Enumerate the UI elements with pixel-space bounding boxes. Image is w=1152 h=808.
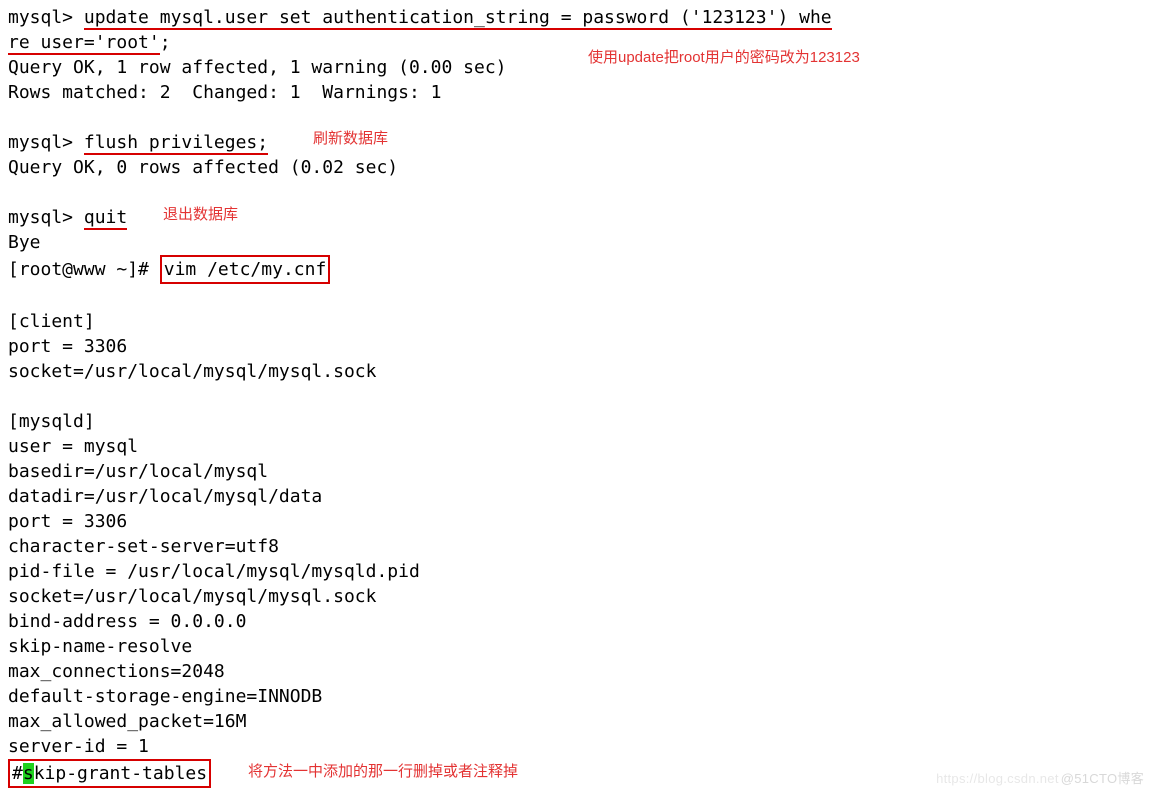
- config-line: max_connections=2048: [8, 659, 1144, 684]
- config-line: [client]: [8, 309, 1144, 334]
- blank-line: [8, 384, 1144, 409]
- terminal-line: re user='root';使用update把root用户的密码改为12312…: [8, 30, 1144, 55]
- cursor: s: [23, 763, 34, 784]
- config-line: socket=/usr/local/mysql/mysql.sock: [8, 359, 1144, 384]
- cmd-flush: flush privileges;: [84, 132, 268, 155]
- cmd-vim: vim /etc/my.cnf: [160, 255, 331, 284]
- mysql-prompt: mysql>: [8, 207, 73, 228]
- terminal-output: Query OK, 0 rows affected (0.02 sec): [8, 155, 1144, 180]
- terminal-output: Bye: [8, 230, 1144, 255]
- annotation-skip: 将方法一中添加的那一行删掉或者注释掉: [248, 759, 518, 784]
- config-line: datadir=/usr/local/mysql/data: [8, 484, 1144, 509]
- config-line: pid-file = /usr/local/mysql/mysqld.pid: [8, 559, 1144, 584]
- terminal-line: mysql> flush privileges;刷新数据库: [8, 130, 1144, 155]
- cmd-update-part2a: re user='root': [8, 32, 160, 55]
- config-line: max_allowed_packet=16M: [8, 709, 1144, 734]
- config-line: user = mysql: [8, 434, 1144, 459]
- config-line: port = 3306: [8, 509, 1144, 534]
- cmd-update-part1: update mysql.user set authentication_str…: [84, 7, 832, 30]
- terminal-line: [root@www ~]# vim /etc/my.cnf: [8, 255, 1144, 284]
- annotation-flush: 刷新数据库: [313, 126, 388, 151]
- config-line: basedir=/usr/local/mysql: [8, 459, 1144, 484]
- config-line: default-storage-engine=INNODB: [8, 684, 1144, 709]
- config-line: socket=/usr/local/mysql/mysql.sock: [8, 584, 1144, 609]
- skip-grant-tables-box: #skip-grant-tables: [8, 759, 211, 788]
- hash-char: #: [12, 763, 23, 784]
- watermark-url: https://blog.csdn.net: [936, 771, 1059, 786]
- mysql-prompt: mysql>: [8, 7, 73, 28]
- config-line: bind-address = 0.0.0.0: [8, 609, 1144, 634]
- root-prompt: [root@www ~]#: [8, 259, 149, 280]
- cmd-quit: quit: [84, 207, 127, 230]
- skip-grant-rest: kip-grant-tables: [34, 763, 207, 784]
- config-line: port = 3306: [8, 334, 1144, 359]
- terminal-line: mysql> quit 退出数据库: [8, 205, 1144, 230]
- terminal-output: Rows matched: 2 Changed: 1 Warnings: 1: [8, 80, 1144, 105]
- watermark: https://blog.csdn.net@51CTO博客: [936, 766, 1144, 791]
- terminal-output: Query OK, 1 row affected, 1 warning (0.0…: [8, 55, 1144, 80]
- annotation-quit: 退出数据库: [163, 202, 238, 227]
- config-line: server-id = 1: [8, 734, 1144, 759]
- mysql-prompt: mysql>: [8, 132, 73, 153]
- cmd-update-part2b: ;: [160, 32, 171, 53]
- blank-line: [8, 105, 1144, 130]
- watermark-brand: @51CTO博客: [1061, 771, 1144, 786]
- config-line: character-set-server=utf8: [8, 534, 1144, 559]
- config-line: [mysqld]: [8, 409, 1144, 434]
- config-line: skip-name-resolve: [8, 634, 1144, 659]
- blank-line: [8, 284, 1144, 309]
- terminal-line: mysql> update mysql.user set authenticat…: [8, 5, 1144, 30]
